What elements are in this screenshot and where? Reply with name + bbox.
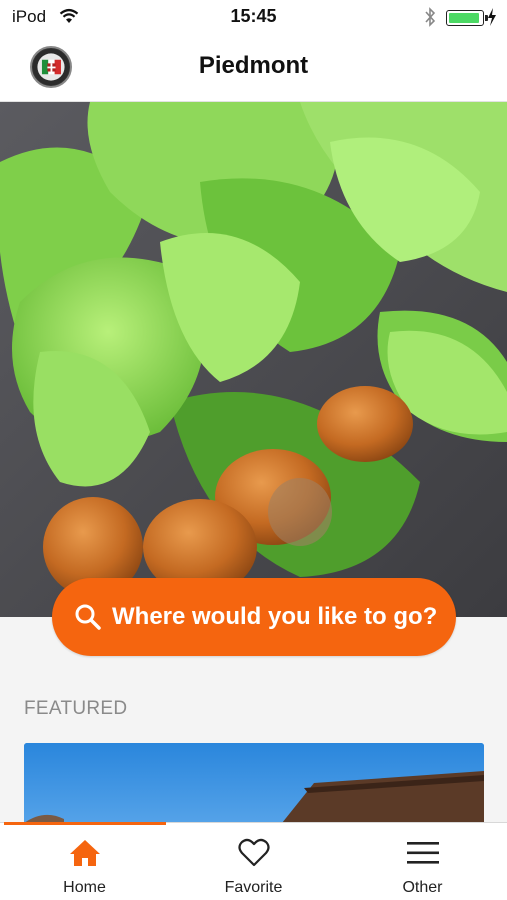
tab-bar: Home Favorite Other bbox=[0, 822, 507, 900]
tab-favorite-label: Favorite bbox=[224, 879, 283, 896]
nav-bar: Piedmont bbox=[0, 34, 507, 102]
search-icon bbox=[75, 604, 101, 630]
tab-home-label: Home bbox=[63, 879, 106, 896]
featured-card[interactable] bbox=[24, 743, 484, 833]
hero-image bbox=[0, 102, 507, 617]
menu-icon bbox=[406, 842, 439, 864]
charging-icon bbox=[488, 8, 496, 26]
tab-favorite[interactable]: Favorite bbox=[169, 823, 338, 900]
heart-icon bbox=[237, 838, 270, 867]
tab-home[interactable]: Home bbox=[0, 823, 169, 900]
bluetooth-icon bbox=[425, 7, 436, 27]
tab-other-label: Other bbox=[402, 879, 443, 896]
tab-other[interactable]: Other bbox=[338, 823, 507, 900]
battery-icon bbox=[446, 10, 488, 26]
search-button[interactable]: Where would you like to go? bbox=[52, 578, 456, 656]
featured-heading: FEATURED bbox=[24, 698, 128, 719]
page-title: Piedmont bbox=[198, 52, 309, 79]
status-bar: iPod 15:45 bbox=[0, 0, 507, 34]
home-icon bbox=[69, 840, 100, 866]
search-label: Where would you like to go? bbox=[112, 603, 438, 630]
